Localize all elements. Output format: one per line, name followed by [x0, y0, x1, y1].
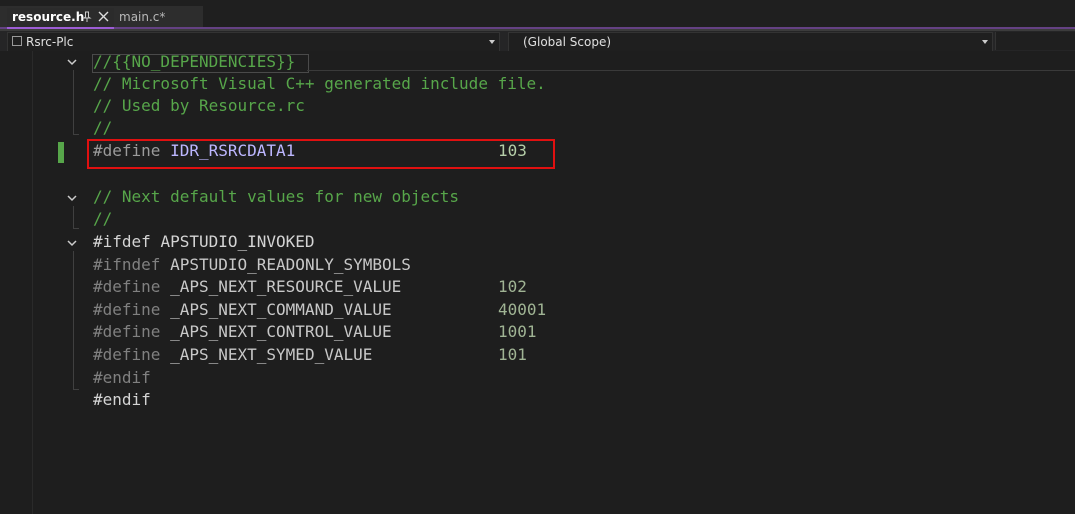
identifier: APSTUDIO_READONLY_SYMBOLS — [170, 255, 411, 274]
collapse-chevron-icon[interactable] — [66, 56, 78, 68]
code-line: #define _APS_NEXT_COMMAND_VALUE — [93, 299, 392, 321]
macro-value: 102 — [498, 277, 527, 296]
preprocessor-keyword: #define — [93, 300, 161, 319]
macro-value: 101 — [498, 345, 527, 364]
collapse-chevron-icon[interactable] — [66, 237, 78, 249]
comment: //{{NO_DEPENDENCIES}} — [93, 52, 296, 71]
code-value: 101 — [498, 344, 527, 366]
project-name: Rsrc-Plc — [26, 35, 74, 49]
tab-strip: resource.h main.c* — [0, 0, 1075, 31]
scope-name: (Global Scope) — [523, 35, 612, 49]
code-line: #define _APS_NEXT_CONTROL_VALUE — [93, 321, 392, 343]
preprocessor-keyword: #ifdef — [93, 232, 151, 251]
comment: // Microsoft Visual C++ generated includ… — [93, 74, 546, 93]
code-editor[interactable]: //{{NO_DEPENDENCIES}} // Microsoft Visua… — [0, 51, 1075, 514]
macro-value: 40001 — [498, 300, 547, 319]
code-line: #ifndef APSTUDIO_READONLY_SYMBOLS — [93, 254, 411, 276]
member-dropdown[interactable] — [995, 32, 1075, 50]
comment: // Next default values for new objects — [93, 187, 460, 206]
code-line: #ifdef APSTUDIO_INVOKED — [93, 231, 315, 253]
outline-guide — [73, 134, 79, 135]
code-line: #define _APS_NEXT_RESOURCE_VALUE — [93, 276, 401, 298]
code-line: // Microsoft Visual C++ generated includ… — [93, 73, 546, 95]
macro-value: 1001 — [498, 322, 537, 341]
code-line: #endif — [93, 367, 151, 389]
preprocessor-keyword: #define — [93, 322, 161, 341]
code-line: // Used by Resource.rc — [93, 95, 305, 117]
code-line: //{{NO_DEPENDENCIES}} — [93, 51, 295, 73]
code-line: #define _APS_NEXT_SYMED_VALUE — [93, 344, 372, 366]
preprocessor-keyword: #ifndef — [93, 255, 161, 274]
outline-guide — [73, 389, 79, 390]
project-icon — [12, 36, 22, 46]
change-tracking-marker — [58, 142, 64, 163]
preprocessor-keyword: #endif — [93, 390, 151, 409]
comment: // — [93, 118, 113, 137]
chevron-down-icon — [489, 40, 495, 44]
scope-dropdown[interactable]: (Global Scope) — [508, 32, 993, 52]
project-dropdown[interactable]: Rsrc-Plc — [7, 32, 500, 52]
code-line: #endif — [93, 389, 151, 411]
preprocessor-keyword: #endif — [93, 368, 151, 387]
code-line: // — [93, 117, 112, 139]
current-line-rule — [307, 70, 1075, 71]
outline-guide — [73, 70, 74, 134]
tab-resource-h[interactable]: resource.h — [7, 8, 114, 29]
outline-guide — [73, 206, 74, 228]
close-icon[interactable] — [98, 11, 109, 22]
identifier: _APS_NEXT_COMMAND_VALUE — [170, 300, 392, 319]
tab-underline — [0, 27, 1075, 29]
tab-label: resource.h — [12, 10, 85, 24]
preprocessor-keyword: #define — [93, 345, 161, 364]
preprocessor-keyword: #define — [93, 277, 161, 296]
identifier: _APS_NEXT_SYMED_VALUE — [170, 345, 373, 364]
comment: // Used by Resource.rc — [93, 96, 305, 115]
tab-label: main.c* — [119, 10, 166, 24]
comment: // — [93, 209, 113, 228]
collapse-chevron-icon[interactable] — [66, 192, 78, 204]
outline-guide — [73, 228, 79, 229]
identifier: APSTUDIO_INVOKED — [160, 232, 315, 251]
pin-icon[interactable] — [82, 11, 92, 23]
identifier: _APS_NEXT_RESOURCE_VALUE — [170, 277, 402, 296]
code-line: // — [93, 208, 112, 230]
navigation-bar: Rsrc-Plc (Global Scope) — [0, 31, 1075, 52]
annotation-highlight-box — [87, 139, 555, 169]
code-value: 1001 — [498, 321, 537, 343]
code-value: 102 — [498, 276, 527, 298]
chevron-down-icon — [982, 40, 988, 44]
code-line: // Next default values for new objects — [93, 186, 459, 208]
identifier: _APS_NEXT_CONTROL_VALUE — [170, 322, 392, 341]
glyph-margin — [0, 51, 33, 514]
outline-guide — [73, 251, 74, 389]
code-value: 40001 — [498, 299, 546, 321]
tab-main-c[interactable]: main.c* — [114, 8, 203, 27]
